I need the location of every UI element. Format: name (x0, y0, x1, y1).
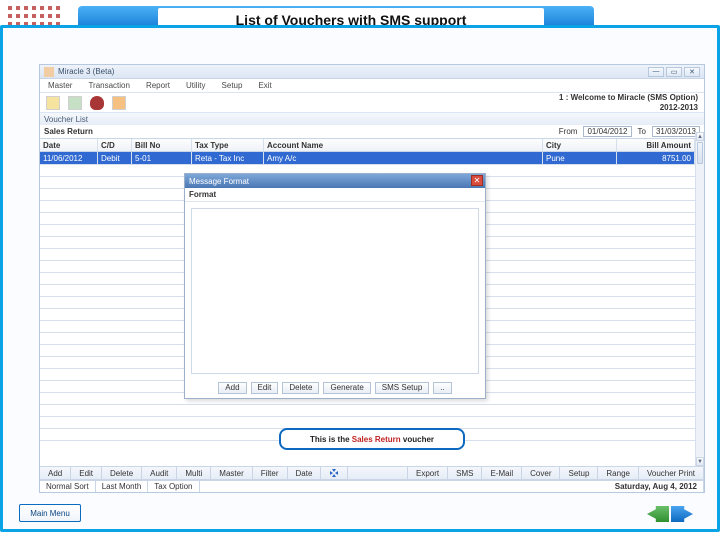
dialog-btn-edit[interactable]: Edit (251, 382, 279, 394)
voucher-heading: Sales Return (44, 127, 93, 136)
toolbar-icon-4[interactable] (112, 96, 126, 110)
menu-setup[interactable]: Setup (222, 81, 243, 90)
table-row[interactable]: 11/06/2012 Debit 5-01 Reta - Tax Inc Amy… (40, 152, 704, 164)
to-date-input[interactable]: 31/03/2013 (652, 126, 700, 137)
menu-master[interactable]: Master (48, 81, 72, 90)
dialog-btn-delete[interactable]: Delete (282, 382, 319, 394)
dialog-close-button[interactable]: ✕ (471, 175, 483, 186)
slide-frame: Miracle 3 (Beta) — ▭ ✕ Master Transactio… (0, 25, 720, 532)
dialog-titlebar[interactable]: Message Format ✕ (185, 174, 485, 188)
dialog-body[interactable] (191, 208, 479, 374)
dialog-btn-generate[interactable]: Generate (323, 382, 370, 394)
btn-cover[interactable]: Cover (522, 467, 560, 479)
window-title: Miracle 3 (Beta) (58, 67, 648, 76)
btn-link[interactable] (321, 467, 348, 479)
filter-row: Sales Return From 01/04/2012 To 31/03/20… (40, 125, 704, 139)
next-arrow-icon[interactable] (671, 506, 693, 522)
panel-label: Voucher List (40, 113, 704, 125)
menu-report[interactable]: Report (146, 81, 170, 90)
from-label: From (559, 127, 578, 136)
menu-bar: Master Transaction Report Utility Setup … (40, 79, 704, 93)
btn-master[interactable]: Master (211, 467, 252, 479)
btn-filter[interactable]: Filter (253, 467, 288, 479)
scroll-up-icon[interactable]: ▲ (696, 132, 704, 141)
welcome-text: 1 : Welcome to Miracle (SMS Option) 2012… (559, 93, 698, 113)
btn-voucher-print[interactable]: Voucher Print (639, 467, 704, 479)
app-icon (44, 67, 54, 77)
col-taxtype[interactable]: Tax Type (192, 139, 264, 151)
btn-email[interactable]: E-Mail (482, 467, 522, 479)
toolbar: 1 : Welcome to Miracle (SMS Option) 2012… (40, 93, 704, 113)
btn-setup[interactable]: Setup (560, 467, 598, 479)
btn-edit[interactable]: Edit (71, 467, 102, 479)
close-button[interactable]: ✕ (684, 67, 700, 77)
nav-arrows (647, 506, 693, 522)
btn-sms[interactable]: SMS (448, 467, 482, 479)
scroll-down-icon[interactable]: ▼ (696, 457, 704, 466)
status-date: Saturday, Aug 4, 2012 (609, 481, 704, 492)
btn-multi[interactable]: Multi (177, 467, 211, 479)
menu-exit[interactable]: Exit (258, 81, 271, 90)
menu-utility[interactable]: Utility (186, 81, 206, 90)
dialog-footer: Add Edit Delete Generate SMS Setup .. (185, 380, 485, 398)
prev-arrow-icon[interactable] (647, 506, 669, 522)
col-billno[interactable]: Bill No (132, 139, 192, 151)
col-cd[interactable]: C/D (98, 139, 132, 151)
col-date[interactable]: Date (40, 139, 98, 151)
status-month: Last Month (96, 481, 149, 492)
to-label: To (638, 127, 646, 136)
col-amount[interactable]: Bill Amount (617, 139, 695, 151)
toolbar-icon-2[interactable] (68, 96, 82, 110)
col-city[interactable]: City (543, 139, 617, 151)
minimize-button[interactable]: — (648, 67, 664, 77)
btn-export[interactable]: Export (408, 467, 448, 479)
toolbar-icon-1[interactable] (46, 96, 60, 110)
btn-delete[interactable]: Delete (102, 467, 142, 479)
btn-add[interactable]: Add (40, 467, 71, 479)
dialog-btn-add[interactable]: Add (218, 382, 246, 394)
dialog-title: Message Format (189, 177, 249, 186)
app-window: Miracle 3 (Beta) — ▭ ✕ Master Transactio… (39, 64, 705, 493)
explanation-callout: This is the Sales Return voucher (279, 428, 465, 450)
dialog-label: Format (185, 188, 485, 202)
scroll-thumb[interactable] (697, 142, 703, 164)
window-titlebar: Miracle 3 (Beta) — ▭ ✕ (40, 65, 704, 79)
maximize-button[interactable]: ▭ (666, 67, 682, 77)
from-date-input[interactable]: 01/04/2012 (583, 126, 631, 137)
link-icon (329, 468, 339, 478)
btn-audit[interactable]: Audit (142, 467, 177, 479)
menu-transaction[interactable]: Transaction (88, 81, 130, 90)
status-bar: Normal Sort Last Month Tax Option Saturd… (40, 480, 704, 492)
callout-text: This is the Sales Return voucher (310, 435, 434, 444)
toolbar-icon-3[interactable] (90, 96, 104, 110)
main-menu-button[interactable]: Main Menu (19, 504, 81, 522)
status-tax: Tax Option (148, 481, 199, 492)
message-format-dialog: Message Format ✕ Format Add Edit Delete … (184, 173, 486, 399)
dialog-btn-more[interactable]: .. (433, 382, 451, 394)
btn-range[interactable]: Range (598, 467, 639, 479)
dialog-btn-smssetup[interactable]: SMS Setup (375, 382, 429, 394)
col-account[interactable]: Account Name (264, 139, 543, 151)
grid-header: Date C/D Bill No Tax Type Account Name C… (40, 139, 704, 152)
footer-button-bar: Add Edit Delete Audit Multi Master Filte… (40, 466, 704, 480)
btn-date[interactable]: Date (288, 467, 322, 479)
status-sort: Normal Sort (40, 481, 96, 492)
vertical-scrollbar[interactable]: ▲ ▼ (695, 132, 704, 466)
